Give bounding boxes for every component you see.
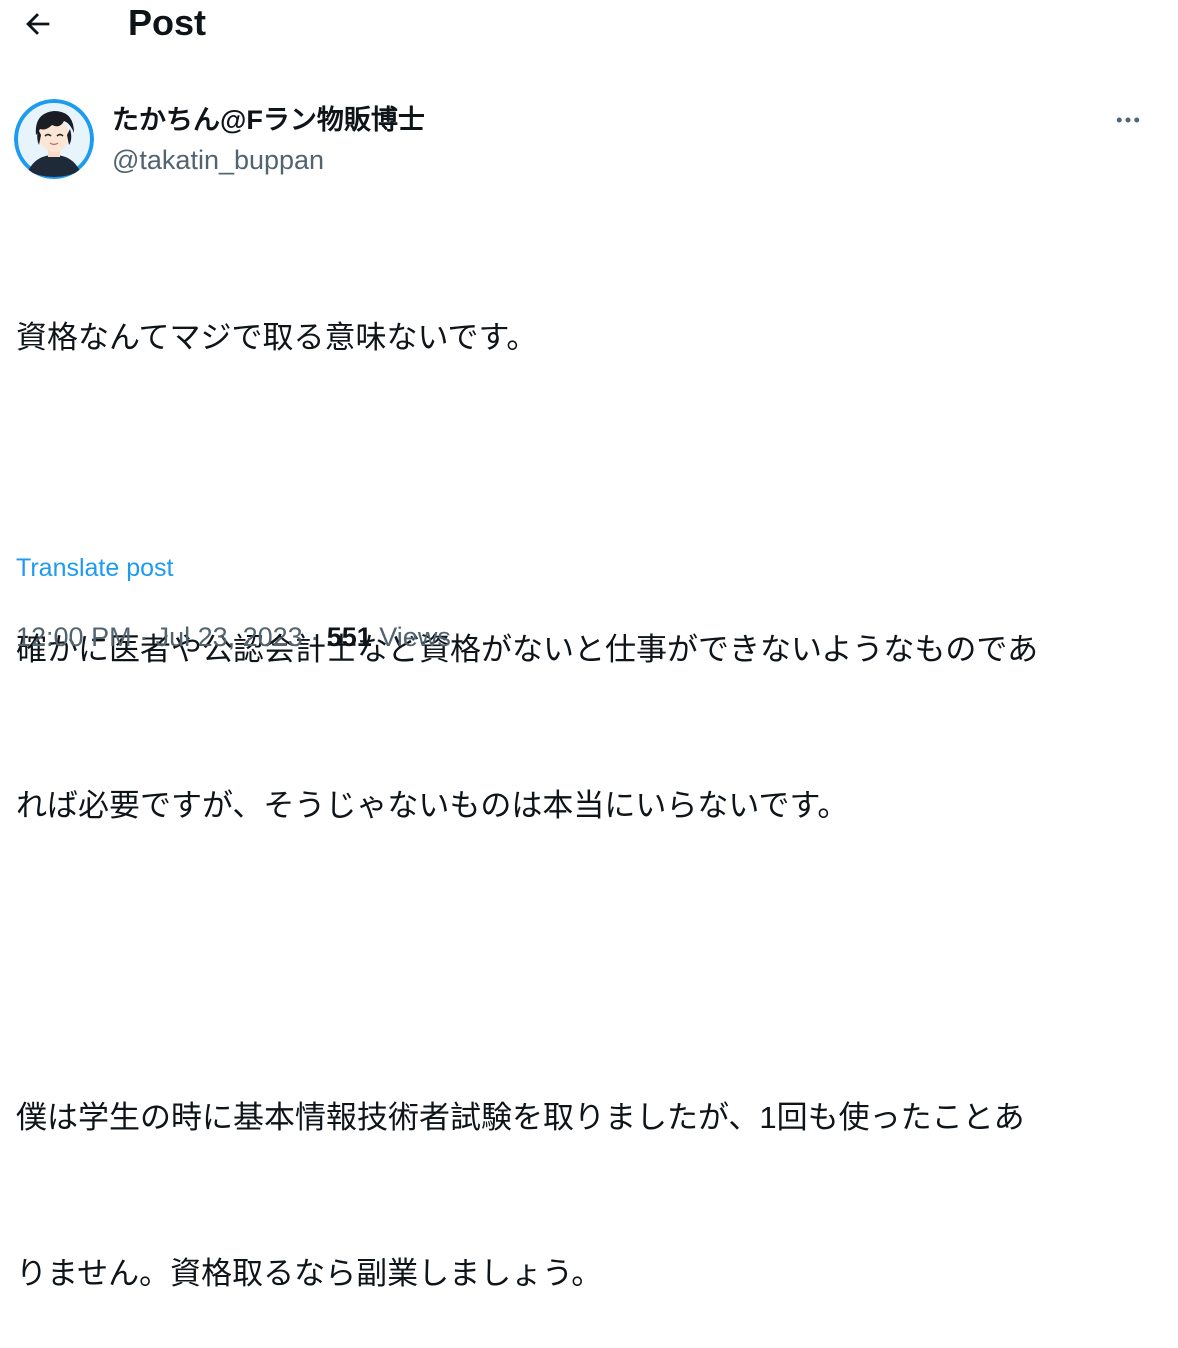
post-time[interactable]: 12:00 PM [16, 622, 132, 652]
meta-separator: · [131, 622, 156, 652]
post-text-line: りません。資格取るなら副業しましょう。 [16, 1256, 603, 1291]
translate-post-link[interactable]: Translate post [16, 552, 173, 584]
post-meta: 12:00 PM · Jul 23, 2023 · 551 Views [16, 619, 451, 655]
views-label: Views [379, 622, 451, 652]
meta-separator: · [302, 622, 327, 652]
post-text-line: 僕は学生の時に基本情報技術者試験を取りましたが、1回も使ったことあ [16, 1100, 1025, 1135]
post-date[interactable]: Jul 23, 2023 [156, 622, 303, 652]
post-text-line: れば必要ですが、そうじゃないものは本当にいらないです。 [16, 788, 849, 823]
more-horizontal-icon [1116, 117, 1140, 123]
author-handle[interactable]: @takatin_buppan [112, 143, 324, 177]
author-display-name[interactable]: たかちん@Fラン物販博士 [112, 103, 425, 137]
page-title: Post [128, 2, 207, 43]
post-text: 資格なんてマジで取る意味ないです。 確かに医者や公認会計士など資格がないと仕事が… [16, 208, 1166, 1348]
anime-avatar-icon [14, 99, 94, 179]
more-options-button[interactable] [1106, 102, 1150, 138]
top-bar: Post [0, 0, 1178, 52]
views-count: 551 [326, 622, 372, 652]
avatar[interactable] [14, 99, 94, 179]
back-button[interactable] [18, 6, 58, 42]
post-text-line: 資格なんてマジで取る意味ないです。 [16, 320, 538, 355]
arrow-left-icon [26, 13, 50, 35]
